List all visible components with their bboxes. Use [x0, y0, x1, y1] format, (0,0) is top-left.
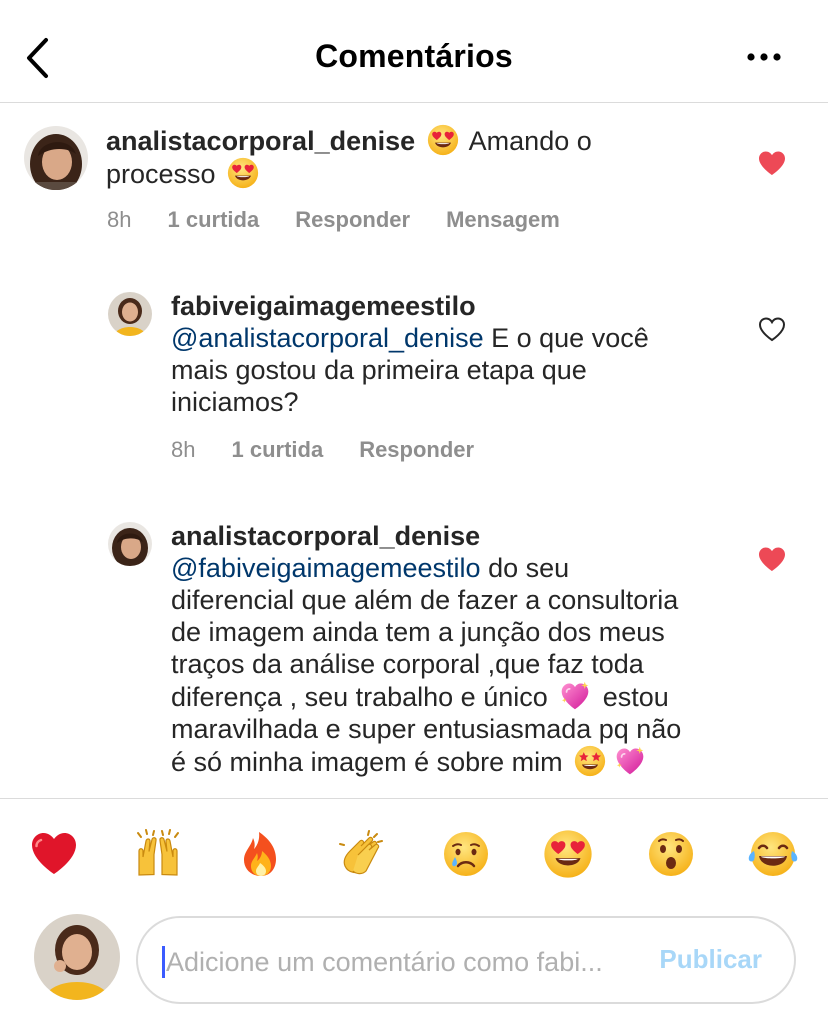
sparkling-heart-emoji-icon — [614, 745, 646, 777]
reply-button[interactable]: Responder — [295, 207, 410, 233]
heart-filled-icon[interactable] — [758, 546, 786, 572]
comment-text: diferença , seu trabalho e único — [171, 682, 556, 712]
sparkling-heart-emoji-icon — [559, 680, 591, 712]
comment-text: traços da análise corporal ,que faz toda — [171, 649, 644, 679]
avatar[interactable] — [108, 522, 152, 566]
avatar[interactable] — [24, 126, 88, 190]
avatar[interactable] — [108, 292, 152, 336]
surprised-face-emoji-icon[interactable] — [646, 829, 696, 879]
tears-of-joy-emoji-icon[interactable] — [748, 829, 798, 879]
clapping-hands-emoji-icon[interactable] — [338, 829, 388, 879]
comment-meta: 8h 1 curtida Responder — [171, 437, 510, 463]
comment-text: processo — [106, 159, 224, 189]
comment-time: 8h — [107, 207, 132, 232]
comment-text: do seu — [480, 553, 570, 583]
heart-outline-icon[interactable] — [758, 316, 786, 342]
comment-text: iniciamos? — [171, 387, 299, 417]
comment-text: E o que você — [483, 323, 649, 353]
top-bar: Comentários — [0, 0, 828, 103]
likes-count-link[interactable]: 1 curtida — [231, 437, 323, 463]
comment-text: mais gostou da primeira etapa que — [171, 355, 587, 385]
comment-text: Amando o — [462, 126, 592, 156]
comment-text: maravilhada e super entusiasmada pq não — [171, 714, 682, 744]
raised-hands-emoji-icon[interactable] — [133, 829, 183, 879]
comment-text: de imagem ainda tem a junção dos meus — [171, 617, 665, 647]
message-button[interactable]: Mensagem — [446, 207, 560, 233]
comment-time: 8h — [171, 437, 196, 462]
comments-list: analistacorporal_denise Amando o process… — [0, 104, 828, 798]
publish-button[interactable]: Publicar — [659, 944, 762, 975]
heart-filled-icon[interactable] — [758, 150, 786, 176]
comment-text: é só minha imagem é sobre mim — [171, 747, 571, 777]
comment-text: diferencial que além de fazer a consulto… — [171, 585, 679, 615]
heart-emoji-icon[interactable] — [29, 829, 79, 879]
crying-face-emoji-icon[interactable] — [441, 829, 491, 879]
comment-input-container: Publicar — [136, 916, 796, 1004]
heart-eyes-emoji-icon — [427, 124, 459, 156]
comment-composer: Publicar — [0, 910, 828, 1018]
mention-link[interactable]: @analistacorporal_denise — [171, 323, 484, 353]
likes-count-link[interactable]: 1 curtida — [167, 207, 259, 233]
comment-meta: 8h 1 curtida Responder Mensagem — [107, 207, 596, 233]
heart-eyes-emoji-icon — [227, 157, 259, 189]
quick-reactions-bar — [0, 798, 828, 910]
page-title: Comentários — [315, 38, 513, 74]
reply-button[interactable]: Responder — [359, 437, 474, 463]
mention-link[interactable]: @fabiveigaimagemeestilo — [171, 553, 481, 583]
text-caret — [162, 946, 165, 978]
more-horizontal-icon — [747, 53, 781, 61]
current-user-avatar[interactable] — [34, 914, 120, 1000]
comment-username[interactable]: analistacorporal_denise — [171, 521, 480, 551]
comment-username[interactable]: fabiveigaimagemeestilo — [171, 291, 476, 321]
comment-text: estou — [595, 682, 669, 712]
more-options-button[interactable] — [746, 50, 782, 64]
star-struck-emoji-icon — [574, 745, 606, 777]
fire-emoji-icon[interactable] — [236, 829, 286, 879]
comment-input[interactable] — [166, 940, 646, 984]
comment-username[interactable]: analistacorporal_denise — [106, 126, 415, 156]
heart-eyes-emoji-icon[interactable] — [543, 829, 593, 879]
